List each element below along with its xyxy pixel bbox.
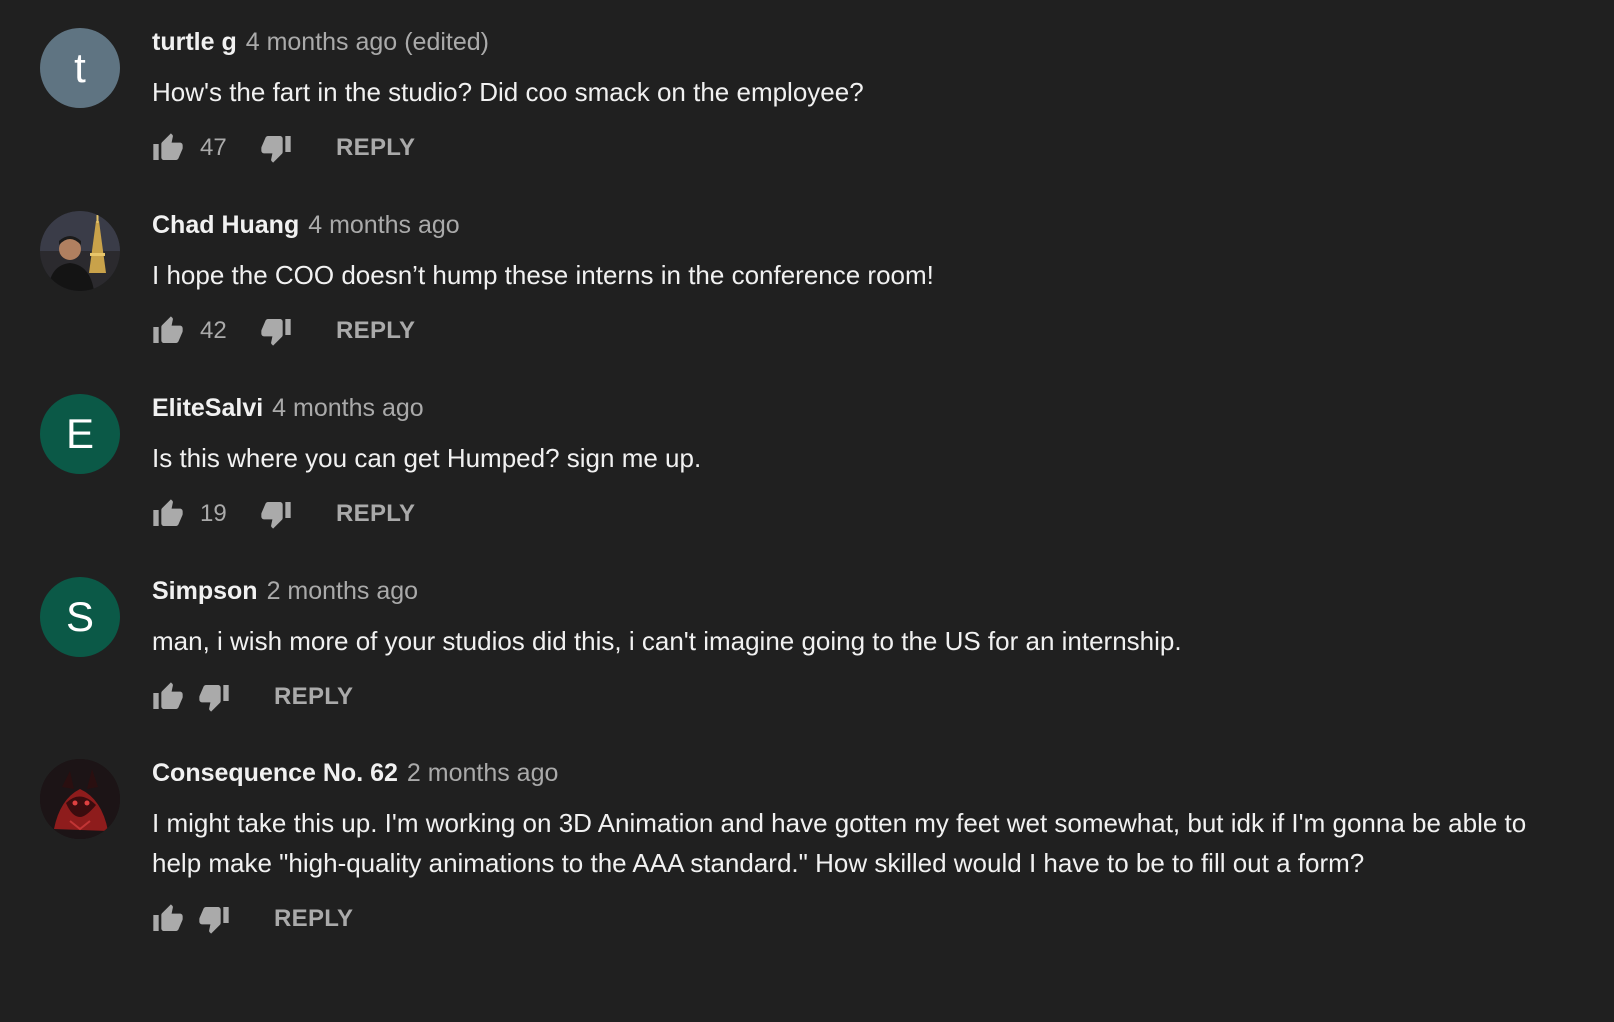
like-button[interactable]: [152, 681, 184, 713]
comment-header: EliteSalvi 4 months ago: [152, 394, 1552, 428]
avatar[interactable]: S: [40, 577, 120, 657]
dislike-button[interactable]: [260, 132, 292, 164]
reply-button[interactable]: REPLY: [274, 905, 353, 933]
like-button[interactable]: [152, 132, 184, 164]
author-name[interactable]: EliteSalvi: [152, 394, 263, 423]
comment-time[interactable]: 2 months ago: [407, 759, 559, 788]
like-button[interactable]: [152, 903, 184, 935]
avatar-initial: E: [65, 410, 94, 457]
avatar[interactable]: t: [40, 28, 120, 108]
comment-text: How's the fart in the studio? Did coo sm…: [152, 77, 864, 107]
thumbs-up-icon: [153, 682, 183, 709]
person-eiffel-photo-icon: [40, 211, 120, 291]
dislike-button[interactable]: [198, 681, 230, 713]
thumbs-down-icon: [261, 136, 291, 163]
comment-header: Consequence No. 62 2 months ago: [152, 759, 1552, 793]
comment-body: EliteSalvi 4 months ago Is this where yo…: [152, 394, 1552, 530]
thumbs-down-icon: [199, 907, 229, 934]
like-count: 42: [200, 317, 227, 344]
comment-actions: 19 REPLY: [152, 498, 1552, 530]
reply-button[interactable]: REPLY: [336, 500, 415, 528]
thumbs-down-icon: [199, 685, 229, 712]
comment-time[interactable]: 4 months ago: [246, 28, 398, 57]
comment-header: Simpson 2 months ago: [152, 577, 1552, 611]
avatar[interactable]: [40, 759, 120, 839]
thumbs-up-icon: [153, 133, 183, 160]
comment-body: Consequence No. 62 2 months ago I might …: [152, 759, 1552, 935]
dislike-button[interactable]: [198, 903, 230, 935]
thumbs-up-icon: [153, 499, 183, 526]
comment-time[interactable]: 2 months ago: [267, 577, 419, 606]
edited-label: (edited): [404, 28, 489, 56]
comment-header: turtle g 4 months ago (edited): [152, 28, 1552, 62]
comment-actions: REPLY: [152, 903, 1552, 935]
red-creature-art-icon: [40, 759, 120, 839]
thumbs-down-icon: [261, 502, 291, 529]
like-count: 19: [200, 500, 227, 527]
comment-body: Simpson 2 months ago man, i wish more of…: [152, 577, 1552, 713]
author-name[interactable]: Chad Huang: [152, 211, 299, 240]
avatar-initial: t: [74, 44, 86, 91]
comment-actions: 47 REPLY: [152, 132, 1552, 164]
author-name[interactable]: Consequence No. 62: [152, 759, 398, 788]
author-name[interactable]: turtle g: [152, 28, 237, 57]
comment-actions: REPLY: [152, 681, 1552, 713]
comment-text: I hope the COO doesn’t hump these intern…: [152, 260, 934, 290]
comment-text: I might take this up. I'm working on 3D …: [152, 808, 1527, 878]
avatar-initial: S: [65, 593, 94, 640]
comment-body: turtle g 4 months ago (edited) How's the…: [152, 28, 1552, 164]
comment-text: man, i wish more of your studios did thi…: [152, 626, 1182, 656]
comment-text: Is this where you can get Humped? sign m…: [152, 443, 702, 473]
author-name[interactable]: Simpson: [152, 577, 258, 606]
dislike-button[interactable]: [260, 315, 292, 347]
thumbs-up-icon: [153, 316, 183, 343]
like-count: 47: [200, 134, 227, 161]
thumbs-down-icon: [261, 319, 291, 346]
avatar[interactable]: E: [40, 394, 120, 474]
comment-body: Chad Huang 4 months ago I hope the COO d…: [152, 211, 1552, 347]
comment-actions: 42 REPLY: [152, 315, 1552, 347]
comment-header: Chad Huang 4 months ago: [152, 211, 1552, 245]
reply-button[interactable]: REPLY: [336, 134, 415, 162]
dislike-button[interactable]: [260, 498, 292, 530]
reply-button[interactable]: REPLY: [336, 317, 415, 345]
avatar[interactable]: [40, 211, 120, 291]
like-button[interactable]: [152, 498, 184, 530]
comment-time[interactable]: 4 months ago: [308, 211, 460, 240]
like-button[interactable]: [152, 315, 184, 347]
reply-button[interactable]: REPLY: [274, 683, 353, 711]
thumbs-up-icon: [153, 904, 183, 931]
comment-time[interactable]: 4 months ago: [272, 394, 424, 423]
